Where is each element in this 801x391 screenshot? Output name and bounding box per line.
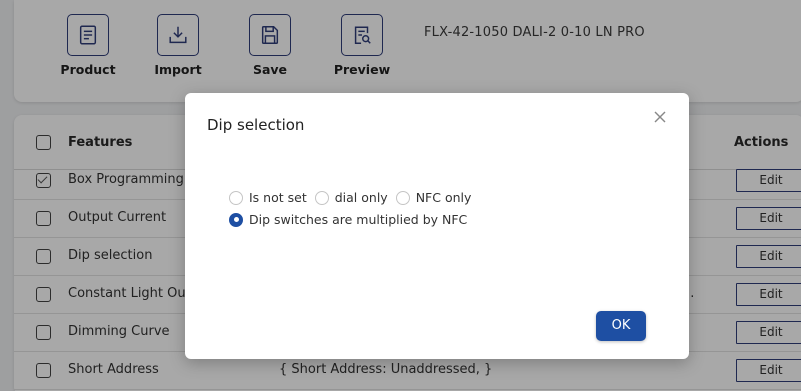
option-label: Is not set: [249, 190, 307, 205]
dip-selection-dialog: Dip selection Is not set dial only NFC o…: [185, 93, 689, 359]
dialog-title: Dip selection: [207, 116, 305, 134]
dip-options-row-2: Dip switches are multiplied by NFC: [229, 212, 475, 227]
radio-button[interactable]: [395, 190, 410, 205]
option-dial-only[interactable]: dial only: [314, 190, 388, 205]
option-label: NFC only: [415, 190, 472, 205]
ok-button[interactable]: OK: [596, 311, 646, 341]
radio-button[interactable]: [314, 190, 329, 205]
dip-options-row-1: Is not set dial only NFC only: [229, 190, 479, 205]
close-icon[interactable]: [651, 108, 669, 126]
option-is-not-set[interactable]: Is not set: [229, 190, 307, 205]
radio-button-selected[interactable]: [229, 212, 243, 227]
option-dip-multiplied-by-nfc[interactable]: Dip switches are multiplied by NFC: [229, 212, 467, 227]
option-label: Dip switches are multiplied by NFC: [249, 212, 468, 227]
option-label: dial only: [334, 190, 388, 205]
option-nfc-only[interactable]: NFC only: [395, 190, 472, 205]
radio-button[interactable]: [229, 190, 243, 205]
